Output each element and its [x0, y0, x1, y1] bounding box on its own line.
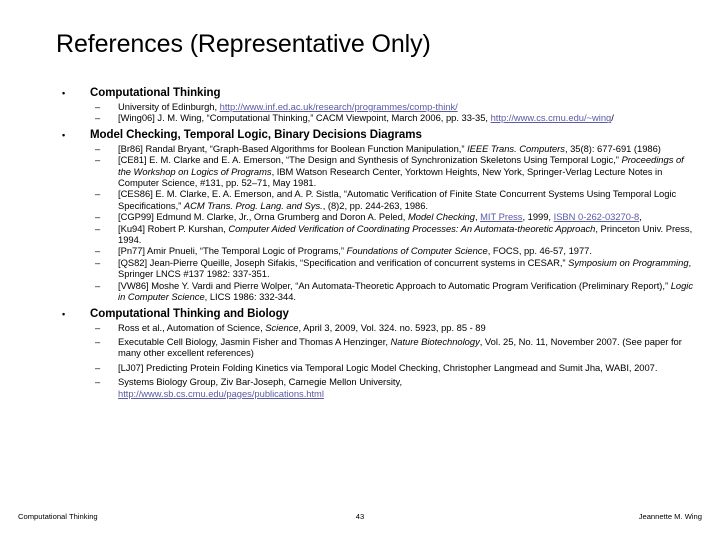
reference-title-italic: Symposium on Programming — [568, 256, 689, 268]
reference-text: [QS82] Jean-Pierre Queille, Joseph Sifak… — [118, 256, 569, 268]
reference-title-italic: Science — [265, 321, 299, 333]
link-edinburgh[interactable]: http://www.inf.ed.ac.uk/research/program… — [220, 101, 458, 112]
reference-text: [CGP99] Edmund M. Clarke, Jr., Orna Grum… — [118, 211, 408, 223]
reference-entry-edinburgh: – University of Edinburgh, http://www.in… — [56, 101, 696, 112]
reference-text-tail: , LICS 1986: 332-344. — [204, 291, 296, 303]
slide: References (Representative Only) • Compu… — [0, 0, 720, 540]
dash-icon: – — [95, 361, 101, 373]
bullet-icon: • — [62, 129, 66, 140]
footer-author-label: Jeannette M. Wing — [638, 512, 702, 521]
reference-text: Executable Cell Biology, Jasmin Fisher a… — [118, 335, 391, 347]
references-body: • Computational Thinking – University of… — [56, 86, 696, 399]
bullet-icon: • — [62, 88, 66, 98]
dash-icon: – — [95, 211, 101, 223]
bullet-icon: • — [62, 308, 66, 319]
reference-entry-ross09: – Ross et al., Automation of Science, Sc… — [56, 322, 696, 333]
section-heading: • Model Checking, Temporal Logic, Binary… — [56, 128, 696, 142]
reference-entry-ces86: – [CES86] E. M. Clarke, E. A. Emerson, a… — [56, 188, 696, 211]
reference-entry-fisher07: – Executable Cell Biology, Jasmin Fisher… — [56, 336, 696, 359]
reference-title-italic: Nature Biotechnology — [390, 335, 480, 347]
reference-text-tail: / — [611, 112, 614, 124]
reference-text: [Ku94] Robert P. Kurshan, — [118, 222, 229, 234]
link-mit-press[interactable]: MIT Press — [480, 211, 522, 222]
link-isbn[interactable]: ISBN 0-262-03270-8 — [554, 211, 640, 222]
reference-text-tail: , 35(8): 677-691 (1986) — [564, 142, 661, 154]
reference-text: [VW86] Moshe Y. Vardi and Pierre Wolper,… — [118, 279, 671, 291]
reference-text: [Wing06] J. M. Wing, “Computational Thin… — [118, 112, 491, 124]
page-title: References (Representative Only) — [56, 30, 431, 58]
reference-entry-wing06: – [Wing06] J. M. Wing, “Computational Th… — [56, 112, 696, 123]
reference-title-italic: Model Checking — [407, 211, 475, 223]
reference-text: [LJ07] Predicting Protein Folding Kineti… — [118, 361, 658, 373]
reference-text: [Pn77] Amir Pnueli, “The Temporal Logic … — [118, 245, 347, 257]
section-computational-thinking: • Computational Thinking – University of… — [56, 86, 696, 124]
section-heading-label: Computational Thinking — [90, 87, 221, 99]
reference-entry-pn77: – [Pn77] Amir Pnueli, “The Temporal Logi… — [56, 245, 696, 256]
reference-title-italic: Foundations of Computer Science — [346, 245, 488, 257]
reference-title-italic: IEEE Trans. Computers — [467, 142, 565, 154]
reference-entry-br86: – [Br86] Randal Bryant, “Graph-Based Alg… — [56, 143, 696, 154]
reference-list: – [Br86] Randal Bryant, “Graph-Based Alg… — [56, 143, 696, 303]
reference-list: – Ross et al., Automation of Science, Sc… — [56, 322, 696, 399]
dash-icon: – — [95, 376, 101, 388]
dash-icon: – — [95, 321, 101, 333]
reference-entry-ce81: – [CE81] E. M. Clarke and E. A. Emerson,… — [56, 154, 696, 188]
dash-icon: – — [95, 279, 101, 291]
dash-icon: – — [95, 101, 101, 112]
reference-title-italic: ACM Trans. Prog. Lang. and Sys. — [183, 199, 323, 211]
dash-icon: – — [95, 112, 101, 124]
reference-entry-cgp99: – [CGP99] Edmund M. Clarke, Jr., Orna Gr… — [56, 211, 696, 222]
dash-icon: – — [95, 245, 101, 257]
dash-icon: – — [95, 142, 101, 154]
section-model-checking: • Model Checking, Temporal Logic, Binary… — [56, 128, 696, 303]
reference-text: Systems Biology Group, Ziv Bar-Joseph, C… — [118, 376, 403, 388]
reference-text-tail: , — [639, 211, 642, 223]
dash-icon: – — [95, 154, 101, 166]
reference-entry-qs82: – [QS82] Jean-Pierre Queille, Joseph Sif… — [56, 257, 696, 280]
dash-icon: – — [95, 335, 101, 347]
reference-text: [CE81] E. M. Clarke and E. A. Emerson, “… — [118, 154, 622, 166]
section-heading-label: Computational Thinking and Biology — [90, 307, 289, 320]
reference-entry-sysbio: – Systems Biology Group, Ziv Bar-Joseph,… — [56, 376, 696, 399]
reference-text: Ross et al., Automation of Science, — [118, 321, 266, 333]
link-systems-biology-group[interactable]: http://www.sb.cs.cmu.edu/pages/publicati… — [118, 388, 324, 399]
reference-text-mid2: , 1999, — [522, 211, 554, 223]
dash-icon: – — [95, 188, 101, 200]
reference-entry-vw86: – [VW86] Moshe Y. Vardi and Pierre Wolpe… — [56, 280, 696, 303]
link-wing-homepage[interactable]: http://www.cs.cmu.edu/~wing — [491, 112, 612, 123]
section-heading: • Computational Thinking and Biology — [56, 307, 696, 321]
footer-page-number: 43 — [355, 512, 365, 521]
reference-entry-lj07: – [LJ07] Predicting Protein Folding Kine… — [56, 362, 696, 373]
reference-list: – University of Edinburgh, http://www.in… — [56, 101, 696, 124]
reference-text: [Br86] Randal Bryant, “Graph-Based Algor… — [118, 142, 468, 154]
section-computational-thinking-biology: • Computational Thinking and Biology – R… — [56, 307, 696, 399]
reference-entry-ku94: – [Ku94] Robert P. Kurshan, Computer Aid… — [56, 223, 696, 246]
section-heading: • Computational Thinking — [56, 86, 696, 100]
dash-icon: – — [95, 256, 101, 268]
section-heading-label: Model Checking, Temporal Logic, Binary D… — [90, 128, 422, 141]
reference-text-tail: , April 3, 2009, Vol. 324. no. 5923, pp.… — [298, 321, 486, 333]
slide-footer: Computational Thinking 43 Jeannette M. W… — [0, 512, 720, 532]
reference-text: University of Edinburgh, — [118, 101, 220, 112]
reference-title-italic: Computer Aided Verification of Coordinat… — [228, 222, 596, 234]
dash-icon: – — [95, 222, 101, 234]
reference-text-tail: , FOCS, pp. 46-57, 1977. — [487, 245, 592, 257]
reference-text-tail: , (8)2, pp. 244-263, 1986. — [322, 199, 428, 211]
